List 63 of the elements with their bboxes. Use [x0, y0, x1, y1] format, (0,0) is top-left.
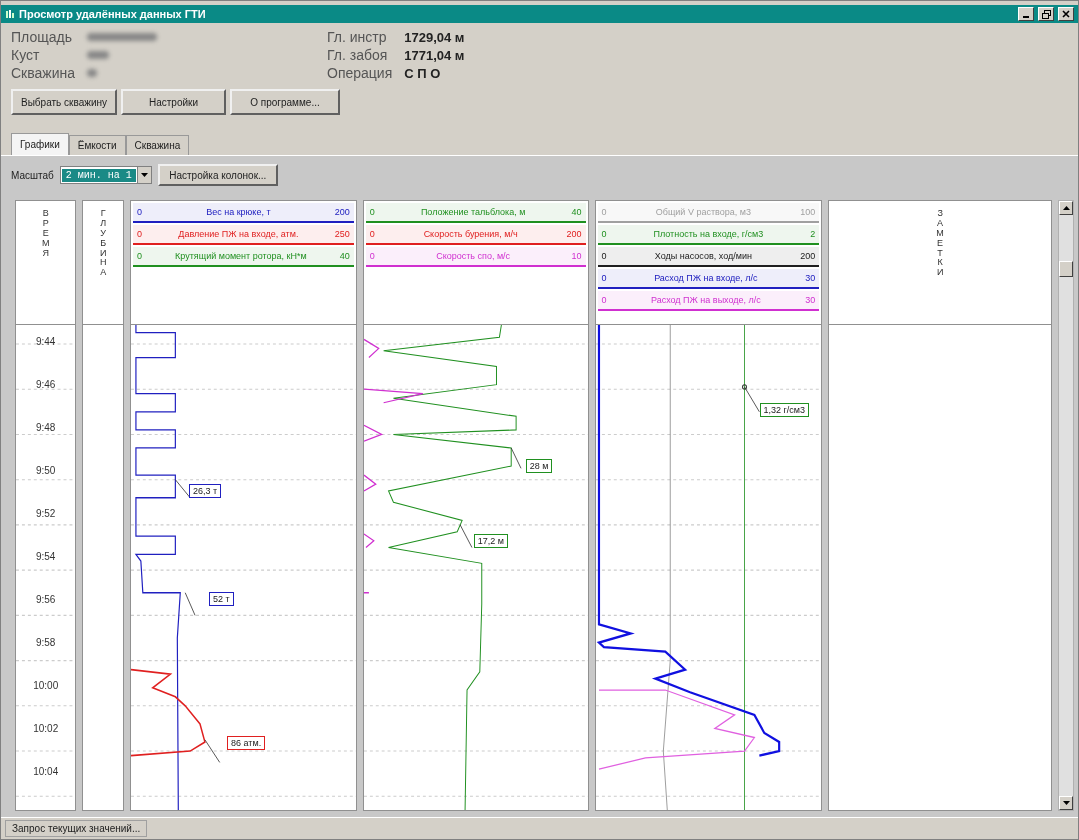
- time-label: 10:00: [32, 680, 60, 691]
- info-label: Гл. забоя: [327, 47, 389, 63]
- tab[interactable]: Графики: [11, 133, 69, 155]
- info-value: 1771,04 м: [404, 47, 465, 63]
- scroll-up-icon[interactable]: [1059, 201, 1073, 215]
- time-label: 9:58: [34, 637, 57, 648]
- parameter-scale[interactable]: 0 Ходы насосов, ход/мин 200: [597, 247, 820, 267]
- info-label: Гл. инстр: [327, 29, 388, 45]
- scale-dropdown[interactable]: 2 мин. на 1: [59, 166, 152, 184]
- value-callout: 28 м: [525, 458, 553, 473]
- value-callout: 1,32 г/см3: [759, 402, 809, 417]
- action-button[interactable]: Настройки: [121, 89, 226, 115]
- close-button[interactable]: [1058, 7, 1074, 21]
- time-label: 9:50: [34, 465, 57, 476]
- restore-icon: [1041, 9, 1051, 19]
- time-label: 10:02: [32, 723, 60, 734]
- value-callout: 52 т: [209, 591, 234, 606]
- redacted-value: [87, 51, 109, 59]
- time-label: 10:04: [32, 766, 60, 777]
- parameter-scale[interactable]: 0 Расход ПЖ на входе, л/с 30: [597, 269, 820, 289]
- app-icon: [5, 9, 15, 19]
- scale-label: Масштаб: [11, 169, 54, 181]
- parameter-scale[interactable]: 0 Положение тальблока, м 40: [365, 203, 586, 223]
- close-icon: [1062, 10, 1070, 18]
- window-title: Просмотр удалённых данных ГТИ: [19, 8, 207, 20]
- columns-settings-button[interactable]: Настройка колонок...: [157, 164, 278, 186]
- time-label: 9:48: [34, 422, 57, 433]
- info-label: Скважина: [11, 65, 75, 81]
- action-button[interactable]: О программе...: [230, 89, 340, 115]
- minimize-button[interactable]: [1018, 7, 1034, 21]
- parameter-scale[interactable]: 0 Плотность на входе, г/см3 2: [597, 225, 820, 245]
- value-callout: 17,2 м: [473, 533, 508, 548]
- status-text: Запрос текущих значений...: [5, 820, 148, 837]
- parameter-scale[interactable]: 0 Скорость спо, м/с 10: [365, 247, 586, 267]
- info-label: Куст: [11, 47, 41, 63]
- tab[interactable]: Ёмкости: [68, 135, 126, 155]
- column-title: ГЛУБИНА: [98, 209, 108, 279]
- parameter-scale[interactable]: 0 Давление ПЖ на входе, атм. 250: [133, 225, 354, 245]
- column-title: ВРЕМЯ: [41, 209, 51, 259]
- info-value: С П О: [404, 65, 442, 81]
- time-label: 9:54: [34, 551, 57, 562]
- column-title: ЗАМЕТКИ: [935, 209, 945, 279]
- time-label: 9:52: [34, 508, 57, 519]
- action-button[interactable]: Выбрать скважину: [11, 89, 117, 115]
- restore-button[interactable]: [1038, 7, 1054, 21]
- time-label: 9:44: [34, 336, 57, 347]
- parameter-scale[interactable]: 0 Вес на крюке, т 200: [133, 203, 354, 223]
- value-callout: 26,3 т: [189, 484, 222, 499]
- value-callout: 86 атм.: [227, 735, 266, 750]
- scroll-thumb[interactable]: [1059, 261, 1073, 277]
- redacted-value: [87, 69, 97, 77]
- tab[interactable]: Скважина: [125, 135, 190, 155]
- redacted-value: [87, 33, 157, 41]
- info-label: Площадь: [11, 29, 73, 45]
- parameter-scale[interactable]: 0 Скорость бурения, м/ч 200: [365, 225, 586, 245]
- info-label: Операция: [327, 65, 393, 81]
- parameter-scale[interactable]: 0 Расход ПЖ на выходе, л/с 30: [597, 291, 820, 311]
- info-value: 1729,04 м: [404, 29, 465, 45]
- scroll-down-icon[interactable]: [1059, 796, 1073, 810]
- parameter-scale[interactable]: 0 Крутящий момент ротора, кН*м 40: [133, 247, 354, 267]
- time-label: 9:46: [34, 379, 57, 390]
- vertical-scrollbar[interactable]: [1058, 200, 1074, 811]
- time-label: 9:56: [34, 594, 57, 605]
